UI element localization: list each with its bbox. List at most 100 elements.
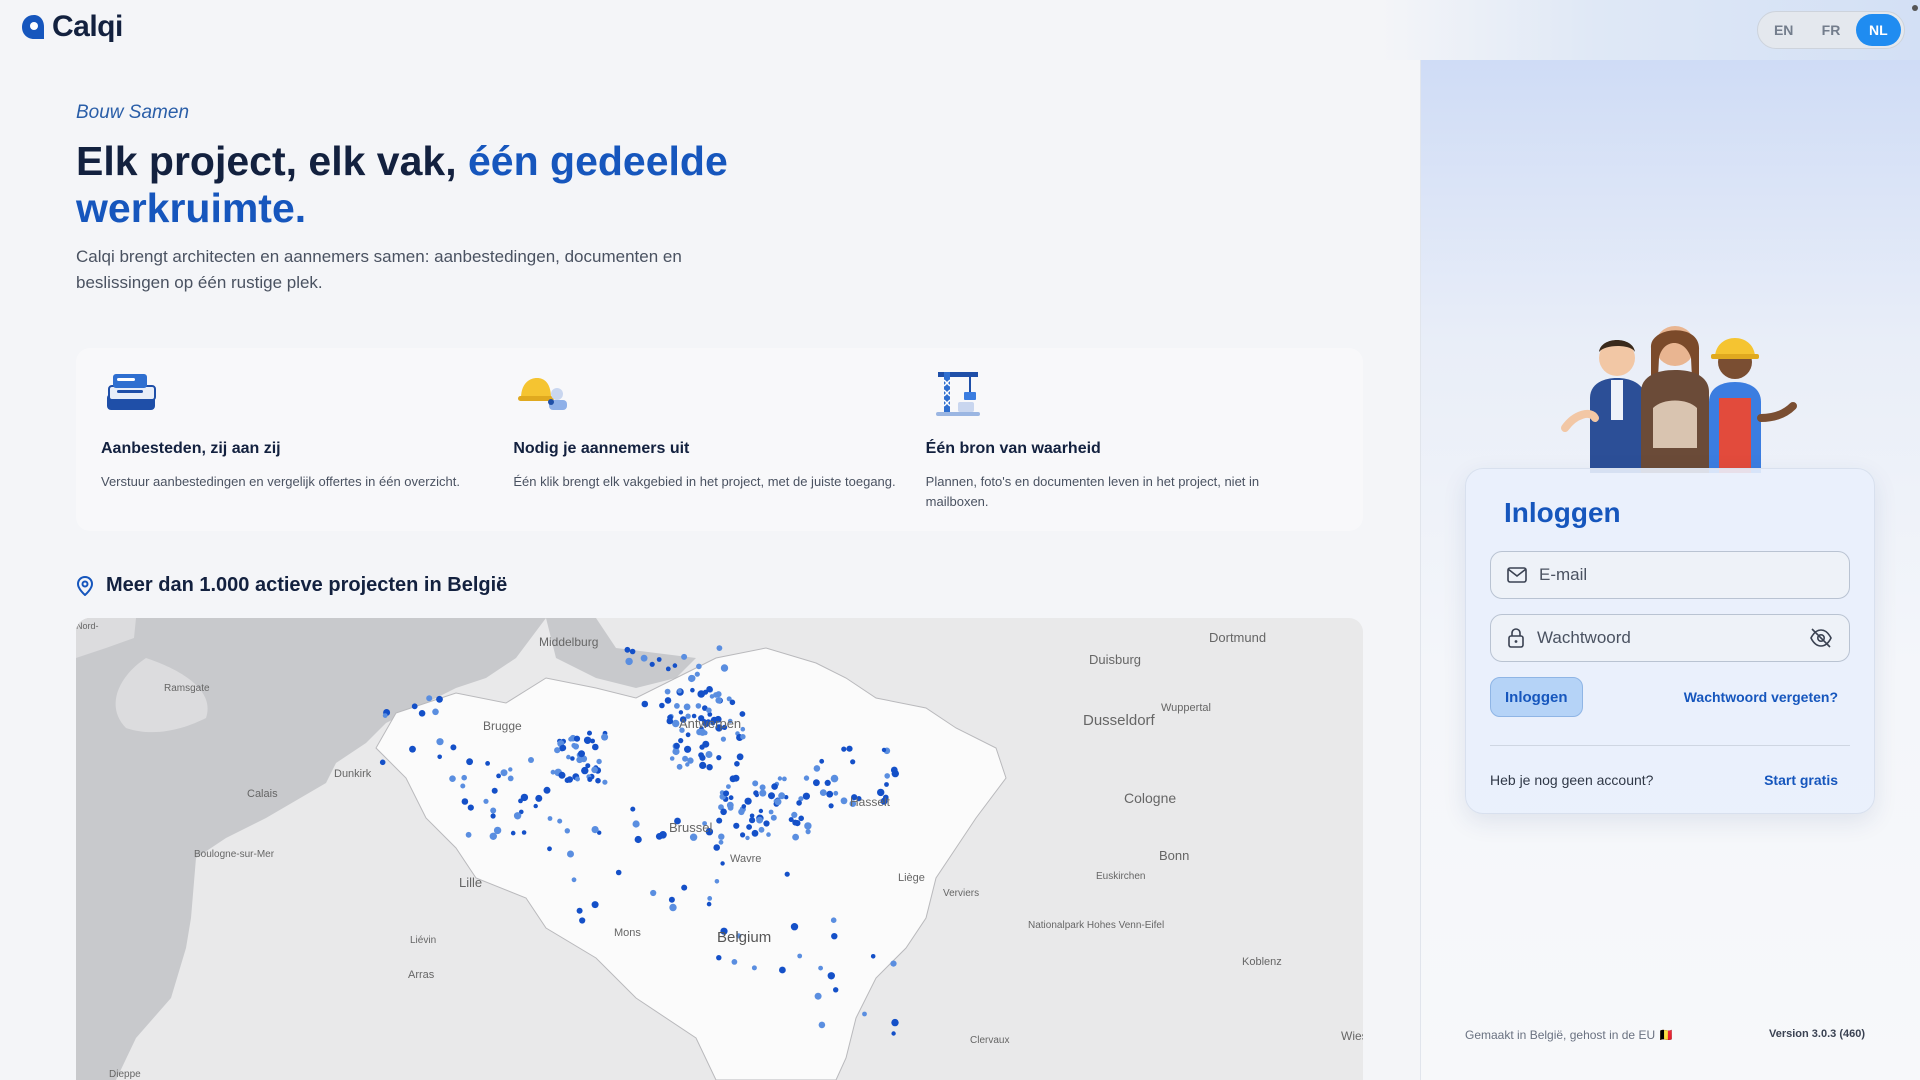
project-dot bbox=[576, 907, 583, 914]
project-dot bbox=[450, 744, 457, 751]
eyebrow: Bouw Samen bbox=[76, 102, 190, 123]
project-dot bbox=[729, 699, 736, 706]
map-label: Boulogne-sur-Mer bbox=[194, 849, 275, 860]
project-dot bbox=[592, 743, 599, 751]
mail-icon bbox=[1507, 567, 1527, 583]
project-dot bbox=[491, 787, 498, 794]
project-dot bbox=[814, 992, 822, 1000]
project-dot bbox=[805, 829, 811, 835]
project-dot bbox=[840, 797, 848, 805]
project-dot bbox=[830, 774, 839, 783]
lang-fr-button[interactable]: FR bbox=[1808, 14, 1853, 46]
lang-en-button[interactable]: EN bbox=[1761, 14, 1806, 46]
project-dot bbox=[676, 763, 683, 770]
password-input[interactable] bbox=[1537, 628, 1797, 648]
project-dot bbox=[779, 966, 786, 974]
project-dot bbox=[846, 745, 853, 752]
team-illustration bbox=[1545, 318, 1805, 473]
feature-description: Één klik brengt elk vakgebied in het pro… bbox=[513, 474, 896, 489]
map-label: Verviers bbox=[943, 888, 979, 899]
project-dot bbox=[826, 790, 834, 798]
project-dot bbox=[533, 803, 538, 809]
project-dot bbox=[667, 714, 673, 721]
project-dot bbox=[891, 1018, 899, 1027]
project-dot bbox=[483, 798, 489, 804]
project-dot bbox=[566, 776, 573, 783]
calqi-logo[interactable]: Calqi bbox=[20, 10, 123, 44]
project-dot bbox=[891, 1031, 896, 1036]
language-switcher[interactable]: EN FR NL bbox=[1757, 11, 1905, 49]
start-free-link[interactable]: Start gratis bbox=[1764, 772, 1838, 788]
project-dot bbox=[436, 695, 443, 703]
project-dot bbox=[591, 766, 598, 774]
map-label: Duisburg bbox=[1089, 652, 1141, 667]
lock-icon bbox=[1508, 628, 1524, 648]
project-dot bbox=[718, 839, 724, 845]
project-dot bbox=[426, 695, 433, 702]
project-dot bbox=[630, 806, 636, 812]
project-dot bbox=[774, 798, 782, 806]
signup-row: Heb je nog geen account? Start gratis bbox=[1490, 772, 1850, 788]
map-label: Clervaux bbox=[970, 1035, 1009, 1046]
project-dot bbox=[798, 815, 804, 822]
feature-list: Aanbesteden, zij aan zij Verstuur aanbes… bbox=[76, 348, 1363, 531]
project-dot bbox=[706, 764, 713, 771]
project-dot bbox=[595, 777, 601, 784]
project-dot bbox=[758, 808, 764, 814]
project-dot bbox=[824, 779, 831, 786]
password-field[interactable] bbox=[1490, 614, 1850, 662]
project-dot bbox=[768, 809, 774, 815]
project-dot bbox=[751, 829, 759, 837]
login-button[interactable]: Inloggen bbox=[1490, 677, 1583, 717]
eye-off-icon[interactable] bbox=[1809, 628, 1833, 648]
version-text: Version 3.0.3 (460) bbox=[1769, 1028, 1865, 1040]
project-dot bbox=[575, 776, 580, 782]
project-dot bbox=[436, 738, 444, 746]
map-label: Dusseldorf bbox=[1083, 712, 1156, 729]
project-dot bbox=[520, 793, 529, 802]
project-dot bbox=[489, 832, 497, 840]
project-dot bbox=[432, 708, 439, 716]
project-dot bbox=[718, 833, 725, 840]
email-input[interactable] bbox=[1539, 565, 1833, 585]
feature-title: Één bron van waarheid bbox=[925, 440, 1101, 457]
project-dot bbox=[707, 896, 713, 901]
project-dot bbox=[669, 756, 675, 761]
belgium-map[interactable]: Middelburg Dortmund Duisburg Ramsgate Wu… bbox=[76, 618, 1363, 1080]
project-dot bbox=[884, 773, 890, 779]
feature-description: Plannen, foto's en documenten leven in h… bbox=[925, 474, 1260, 509]
project-dot bbox=[550, 769, 556, 775]
project-dot bbox=[566, 754, 571, 760]
project-dot bbox=[802, 792, 811, 800]
map-label: Wavre bbox=[730, 853, 761, 865]
project-dot bbox=[740, 832, 746, 838]
project-dot bbox=[673, 742, 680, 749]
project-dot bbox=[547, 846, 552, 852]
project-dot bbox=[709, 694, 715, 699]
no-account-text: Heb je nog geen account? bbox=[1490, 772, 1654, 788]
project-dot bbox=[699, 761, 707, 769]
map-label: Koblenz bbox=[1242, 956, 1282, 968]
project-dot bbox=[716, 955, 722, 961]
project-dot bbox=[716, 817, 723, 824]
lang-nl-button[interactable]: NL bbox=[1855, 14, 1901, 46]
map-label: Nord- bbox=[76, 621, 99, 631]
project-dot bbox=[720, 736, 727, 742]
project-dot bbox=[528, 757, 534, 763]
project-dot bbox=[830, 917, 837, 923]
project-dot bbox=[581, 766, 589, 775]
project-dot bbox=[465, 831, 472, 838]
project-dot bbox=[684, 745, 692, 753]
map-label: Belgium bbox=[717, 929, 771, 946]
project-dot bbox=[818, 1021, 826, 1029]
project-dot bbox=[573, 735, 581, 742]
projects-map[interactable]: Middelburg Dortmund Duisburg Ramsgate Wu… bbox=[76, 618, 1363, 1080]
forgot-password-link[interactable]: Wachtwoord vergeten? bbox=[1684, 689, 1838, 705]
email-field[interactable] bbox=[1490, 551, 1850, 599]
project-dot bbox=[744, 797, 752, 805]
project-dot bbox=[870, 954, 876, 959]
project-dot bbox=[752, 780, 759, 787]
project-dot bbox=[716, 755, 722, 761]
project-dot bbox=[467, 804, 474, 811]
hardhat-invite-icon bbox=[513, 368, 895, 426]
